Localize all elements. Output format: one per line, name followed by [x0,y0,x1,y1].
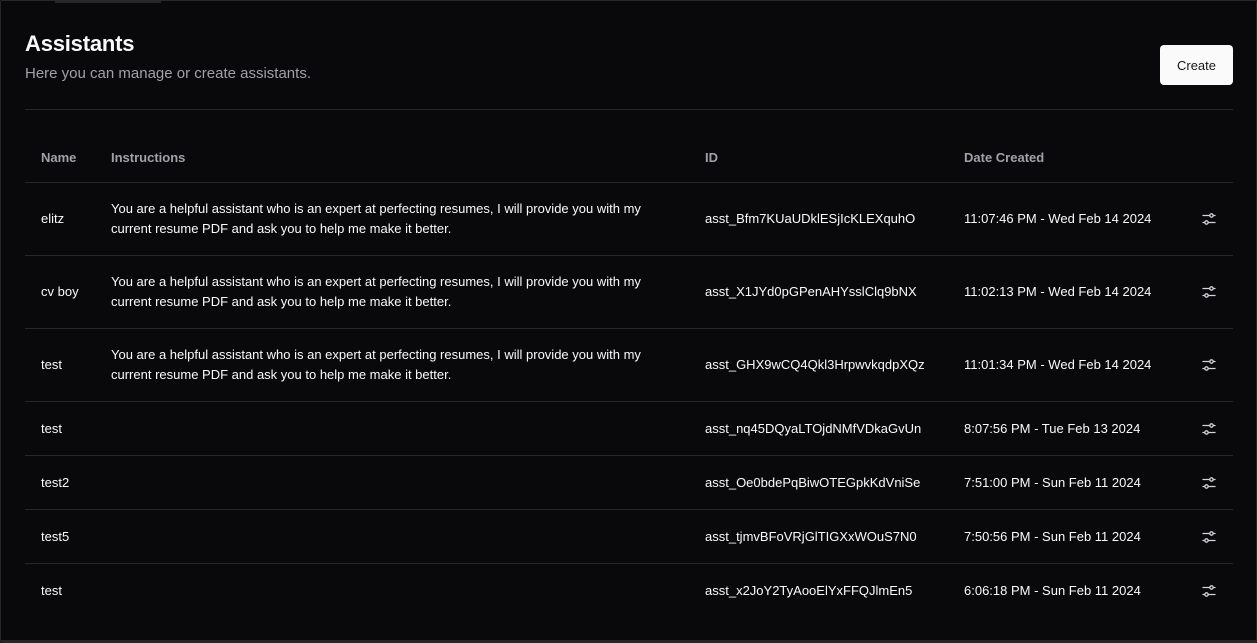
cell-id: asst_x2JoY2TyAooElYxFFQJlmEn5 [705,582,913,598]
settings-sliders-icon[interactable] [1197,579,1221,603]
settings-sliders-icon[interactable] [1197,525,1221,549]
cell-id: asst_X1JYd0pGPenAHYsslClq9bNX [705,284,917,299]
cell-date-created: 7:50:56 PM - Sun Feb 11 2024 [964,528,1141,544]
cell-name: test [41,420,62,436]
column-header-id[interactable]: ID [705,150,945,165]
page-subtitle: Here you can manage or create assistants… [25,65,311,82]
page-header: Assistants Here you can manage or create… [25,31,1233,110]
cell-name: cv boy [41,284,79,299]
cell-id: asst_tjmvBFoVRjGlTIGXxWOuS7N0 [705,528,917,544]
column-header-name[interactable]: Name [41,150,101,165]
cell-date-created: 8:07:56 PM - Tue Feb 13 2024 [964,420,1141,436]
cell-id: asst_nq45DQyaLTOjdNMfVDkaGvUn [705,420,922,436]
settings-sliders-icon[interactable] [1197,280,1221,304]
assistants-page: Assistants Here you can manage or create… [0,0,1257,643]
table-header: Name Instructions ID Date Created [25,134,1233,183]
cell-date-created: 11:07:46 PM - Wed Feb 14 2024 [964,211,1152,226]
cell-name: test [41,357,62,372]
table-row[interactable]: test asst_x2JoY2TyAooElYxFFQJlmEn5 6:06:18… [25,564,1233,617]
cell-instructions: You are a helpful assistant who is an ex… [111,347,641,382]
cell-id: asst_Oe0bdePqBiwOTEGpkKdVniSe [705,474,921,490]
cell-date-created: 6:06:18 PM - Sun Feb 11 2024 [964,582,1141,598]
cell-instructions: You are a helpful assistant who is an ex… [111,274,641,309]
settings-sliders-icon[interactable] [1197,207,1221,231]
table-row[interactable]: test2 asst_Oe0bdePqBiwOTEGpkKdVniSe 7:51:0… [25,456,1233,510]
table-row[interactable]: test You are a helpful assistant who is a… [25,329,1233,402]
settings-sliders-icon[interactable] [1197,471,1221,495]
table-row[interactable]: test5 asst_tjmvBFoVRjGlTIGXxWOuS7N0 7:50:5… [25,510,1233,564]
bottom-border [1,640,1256,642]
cell-date-created: 7:51:00 PM - Sun Feb 11 2024 [964,474,1141,490]
table-body: elitz You are a helpful assistant who is … [25,183,1233,617]
cell-name: elitz [41,211,65,226]
cell-date-created: 11:02:13 PM - Wed Feb 14 2024 [964,284,1152,299]
settings-sliders-icon[interactable] [1197,353,1221,377]
assistants-table: Name Instructions ID Date Created elitz Y… [25,134,1233,617]
column-header-date-created[interactable]: Date Created [964,150,1174,165]
settings-sliders-icon[interactable] [1197,417,1221,441]
cell-name: test2 [41,474,70,490]
cell-id: asst_Bfm7KUaUDklESjIcKLEXquhO [705,211,916,226]
top-tab-indicator [55,1,161,3]
table-row[interactable]: elitz You are a helpful assistant who is … [25,183,1233,256]
page-title: Assistants [25,31,135,56]
cell-date-created: 11:01:34 PM - Wed Feb 14 2024 [964,357,1152,372]
column-header-instructions[interactable]: Instructions [111,150,681,165]
table-row[interactable]: cv boy You are a helpful assistant who is… [25,256,1233,329]
create-assistant-button[interactable]: Create [1160,45,1233,85]
cell-name: test [41,582,62,598]
cell-instructions: You are a helpful assistant who is an ex… [111,201,641,236]
cell-name: test5 [41,528,70,544]
table-row[interactable]: test asst_nq45DQyaLTOjdNMfVDkaGvUn 8:07:56… [25,402,1233,456]
cell-id: asst_GHX9wCQ4Qkl3HrpwvkqdpXQz [705,357,925,372]
